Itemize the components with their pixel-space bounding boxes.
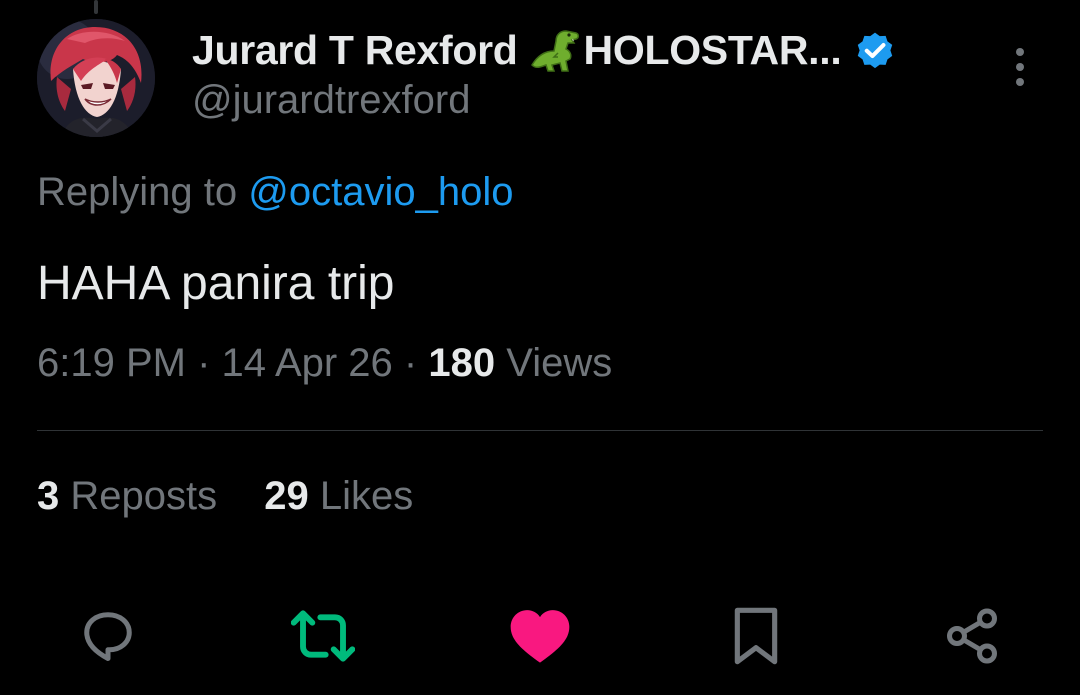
reply-mention-link[interactable]: @octavio_holo — [248, 170, 513, 214]
tweet-meta: 6:19 PM · 14 Apr 26 · 180 Views — [37, 341, 612, 386]
verified-badge-icon[interactable] — [853, 28, 897, 72]
author-name-row[interactable]: Jurard T Rexford HOLOSTAR... — [192, 22, 897, 78]
more-options-button[interactable] — [1000, 44, 1040, 90]
share-button[interactable] — [940, 604, 1004, 668]
likes-stat[interactable]: 29 Likes — [264, 474, 413, 519]
reposts-stat[interactable]: 3 Reposts — [37, 474, 217, 519]
tweet-text: HAHA panira trip — [37, 257, 395, 310]
t-rex-icon — [528, 25, 582, 75]
like-button[interactable] — [508, 604, 572, 668]
bookmark-button[interactable] — [724, 604, 788, 668]
divider — [37, 430, 1043, 431]
replying-to-line: Replying to @octavio_holo — [37, 170, 513, 215]
repost-button[interactable] — [291, 604, 355, 668]
share-icon — [947, 608, 997, 664]
author-display-name[interactable]: Jurard T Rexford — [192, 27, 518, 74]
reposts-label: Reposts — [70, 474, 218, 518]
more-vertical-icon — [1016, 48, 1024, 86]
engagement-stats: 3 Reposts 29 Likes — [37, 474, 413, 519]
tweet-date[interactable]: 14 Apr 26 — [222, 341, 393, 385]
views-label[interactable]: Views — [506, 341, 612, 385]
reply-icon — [84, 612, 132, 661]
tweet-time[interactable]: 6:19 PM — [37, 341, 186, 385]
views-count[interactable]: 180 — [428, 341, 495, 385]
meta-separator: · — [403, 341, 418, 385]
likes-label: Likes — [319, 474, 414, 518]
bookmark-icon — [734, 607, 778, 665]
author-name-suffix[interactable]: HOLOSTAR... — [584, 27, 842, 74]
replying-to-label: Replying to — [37, 170, 238, 214]
avatar-image — [37, 19, 155, 137]
thread-connector-line — [94, 0, 98, 14]
avatar[interactable] — [37, 19, 155, 137]
meta-separator: · — [197, 341, 211, 385]
reply-button[interactable] — [76, 604, 140, 668]
heart-icon — [510, 610, 570, 663]
author-handle[interactable]: @jurardtrexford — [192, 78, 470, 123]
reposts-count: 3 — [37, 474, 60, 518]
likes-count: 29 — [264, 474, 309, 518]
repost-icon — [291, 610, 355, 662]
